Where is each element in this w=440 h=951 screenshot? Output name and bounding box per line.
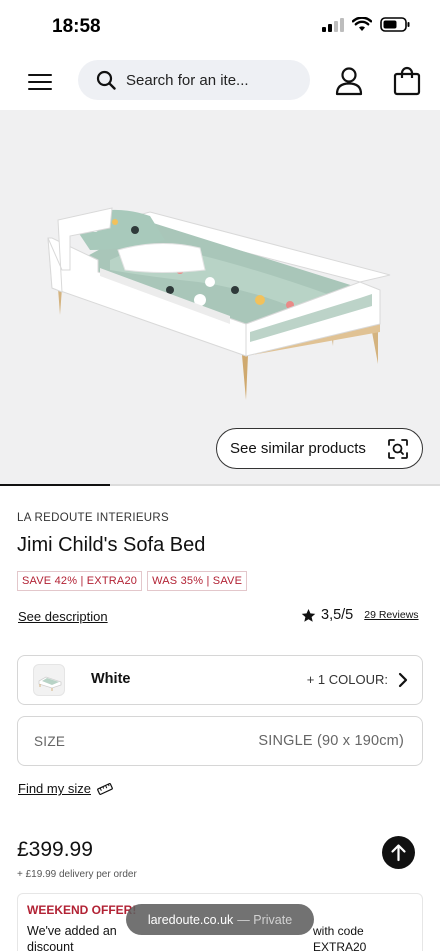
colour-selector[interactable]: White + 1 COLOUR: (17, 655, 423, 705)
find-my-size-link[interactable]: Find my size (18, 781, 113, 796)
scroll-to-top-button[interactable] (382, 836, 415, 869)
promo-badge: WAS 35% | SAVE (147, 571, 248, 591)
colour-more-label: + 1 COLOUR: (306, 672, 388, 687)
chevron-right-icon (398, 672, 408, 688)
find-my-size-label: Find my size (18, 781, 91, 796)
product-title: Jimi Child's Sofa Bed (17, 534, 206, 556)
shopping-bag-icon[interactable] (393, 66, 421, 96)
offer-text-line: discount (27, 940, 74, 951)
menu-line (28, 81, 52, 84)
colour-selected-value: White (91, 671, 131, 687)
rating-value: 3,5/5 (321, 607, 354, 623)
reviews-link[interactable]: 29 Reviews (364, 609, 418, 621)
offer-code-line: EXTRA20 (313, 940, 367, 951)
status-icons (322, 17, 410, 32)
measuring-tape-icon (97, 782, 113, 795)
wifi-icon (352, 17, 372, 31)
see-description-link[interactable]: See description (18, 609, 108, 624)
size-selected-value: SINGLE (90 x 190cm) (258, 733, 404, 749)
star-icon (301, 608, 316, 622)
menu-line (28, 88, 52, 91)
gallery-progress-indicator (0, 484, 110, 486)
status-bar: 18:58 (0, 0, 440, 54)
battery-icon (380, 17, 410, 32)
promo-badge: SAVE 42% | EXTRA20 (17, 571, 143, 591)
see-similar-products-button[interactable]: See similar products (216, 428, 423, 469)
product-brand: LA REDOUTE INTERIEURS (17, 512, 169, 524)
colour-thumbnail (33, 664, 65, 696)
search-bar[interactable] (78, 60, 310, 100)
site-header (0, 54, 440, 110)
search-icon (96, 70, 116, 90)
bed-thumbnail-image (38, 676, 62, 691)
see-similar-products-label: See similar products (230, 440, 366, 457)
status-time: 18:58 (52, 16, 101, 37)
browser-private-label: — Private (237, 912, 293, 927)
offer-title: WEEKEND OFFER! (27, 903, 137, 917)
offer-code-text: with code EXTRA20 (313, 923, 413, 951)
search-input[interactable] (126, 71, 286, 89)
size-label: SIZE (34, 734, 66, 749)
account-icon[interactable] (334, 66, 364, 96)
browser-domain: laredoute.co.uk (147, 912, 234, 927)
product-image-gallery[interactable]: See similar products (0, 110, 440, 484)
gallery-progress-track (0, 484, 440, 486)
browser-address-pill[interactable]: laredoute.co.uk — Private (126, 904, 314, 935)
menu-line (28, 74, 52, 77)
product-rating: 3,5/5 29 Reviews (301, 607, 419, 623)
promo-badges: SAVE 42% | EXTRA20 WAS 35% | SAVE (17, 571, 248, 591)
offer-code-line: with code (313, 924, 364, 938)
size-selector[interactable]: SIZE SINGLE (90 x 190cm) (17, 716, 423, 766)
arrow-up-icon (391, 844, 406, 862)
menu-button[interactable] (26, 68, 56, 96)
visual-search-icon (388, 439, 408, 459)
delivery-cost: + £19.99 delivery per order (17, 869, 137, 880)
signal-icon (322, 17, 344, 32)
product-price: £399.99 (17, 838, 93, 861)
